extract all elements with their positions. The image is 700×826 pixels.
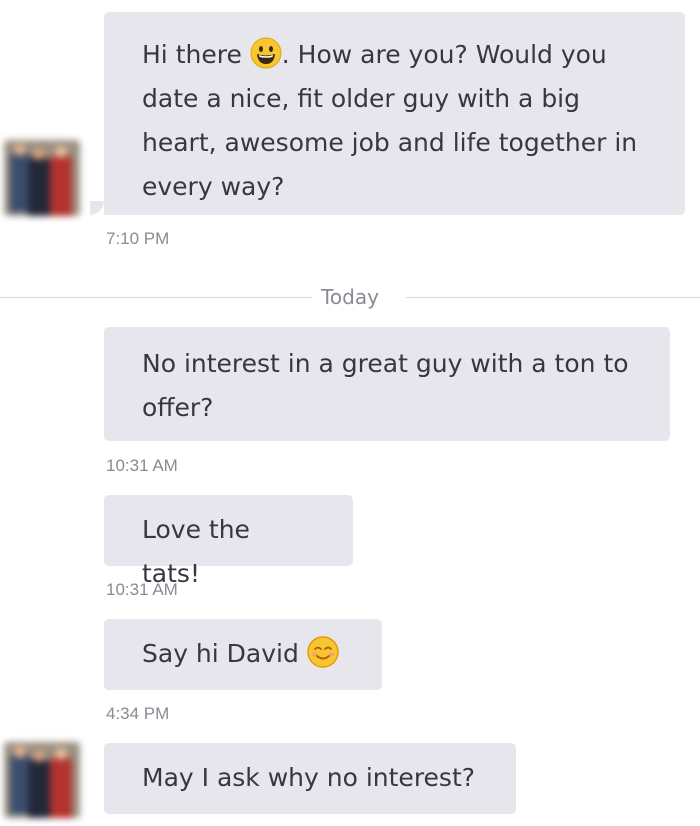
message-timestamp: 10:31 AM [106,456,178,475]
message-text: No interest in a great guy with a ton to… [142,349,629,422]
message-timestamp: 7:10 PM [106,229,170,248]
message-bubble: Say hi David [104,619,382,690]
message-timestamp: 10:31 AM [106,580,178,599]
message-bubble: May I ask why no interest? [104,743,516,814]
grinning-face-emoji-icon [250,37,282,69]
message-text-part: Say hi David [142,639,307,668]
message-bubble: No interest in a great guy with a ton to… [104,327,670,441]
date-divider-text: Today [321,285,379,309]
sender-avatar[interactable] [4,140,80,216]
bubble-tail [90,201,104,215]
message-timestamp: 4:34 PM [106,704,170,723]
message-text: Say hi David [142,636,339,668]
message-bubble: Hi there . How are you? Would you date a… [104,12,685,215]
message-text: Love the tats! [142,515,250,588]
sender-avatar[interactable] [4,742,80,818]
smiling-face-emoji-icon [307,636,339,668]
message-text: Hi there . How are you? Would you date a… [142,37,637,201]
date-divider-label: Today [0,285,700,309]
message-text: May I ask why no interest? [142,763,476,792]
message-text-part: Hi there [142,40,250,69]
message-bubble: Love the tats! [104,495,353,588]
